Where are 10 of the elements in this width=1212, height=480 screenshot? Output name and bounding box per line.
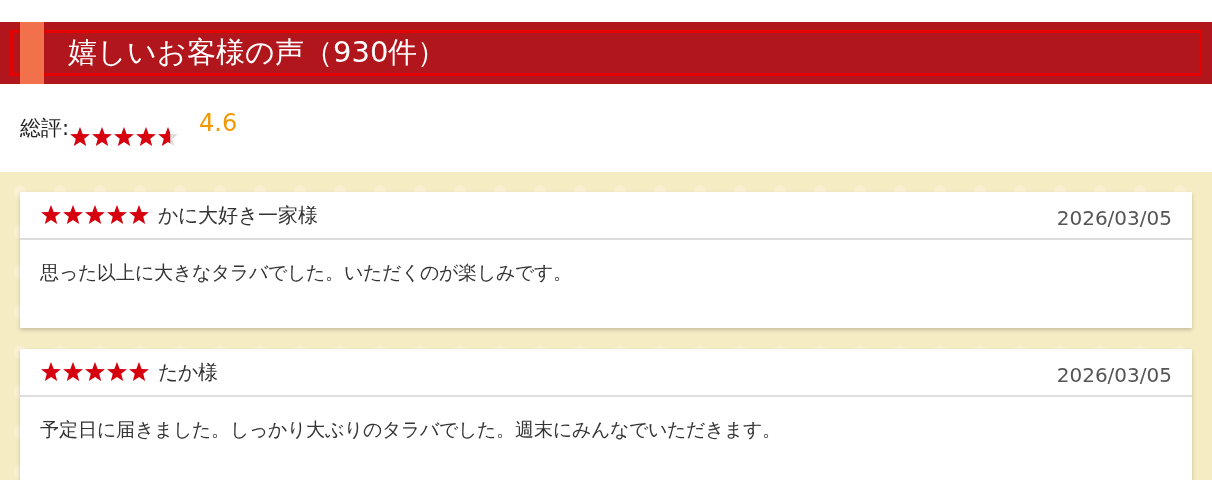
review-text: 思った以上に大きなタラバでした。いただくのが楽しみです。: [39, 260, 573, 285]
reviewer-name: かに大好き一家様: [158, 201, 318, 229]
review-date: 2026/03/05: [1056, 363, 1172, 387]
accent-bar: [20, 22, 44, 84]
section-title: 嬉しいお客様の声（930件）: [68, 34, 447, 71]
rating-label: 総評:: [20, 115, 70, 142]
rating-score: 4.6: [199, 109, 238, 137]
reviewer-name: たか様: [158, 358, 218, 386]
review-text: 予定日に届きました。しっかり大ぶりのタラバでした。週末にみんなでいただきます。: [39, 417, 782, 442]
review-date: 2026/03/05: [1056, 206, 1172, 230]
